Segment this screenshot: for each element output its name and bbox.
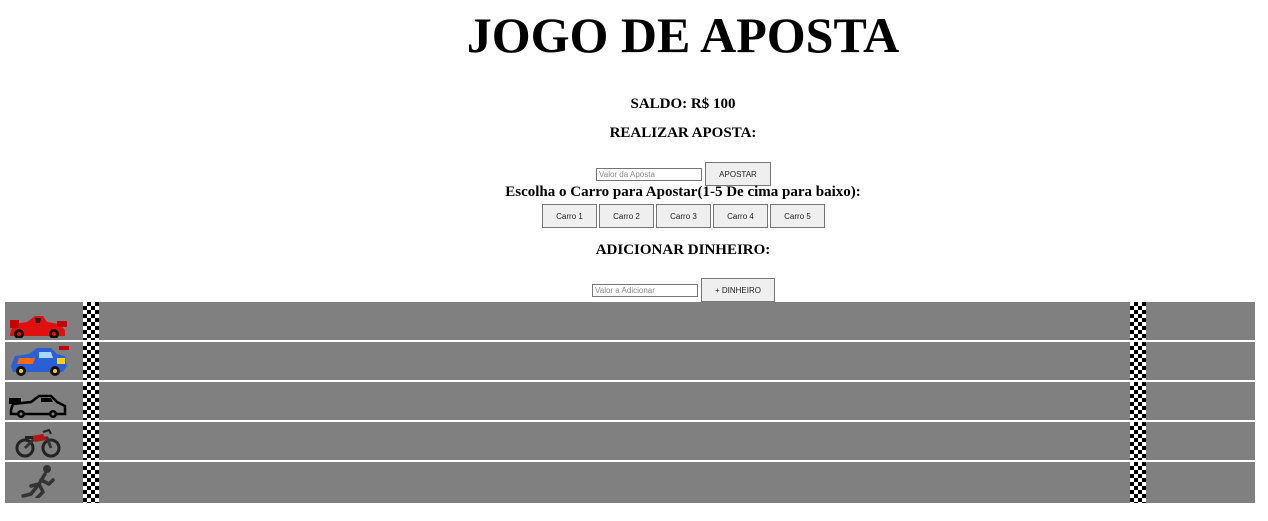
car-1-button[interactable]: Carro 1 — [542, 204, 597, 228]
motorcycle-icon — [7, 424, 69, 458]
betting-game-page: JOGO DE APOSTA SALDO: R$ 100 REALIZAR AP… — [0, 0, 1268, 521]
bet-heading: REALIZAR APOSTA: — [609, 125, 757, 141]
red-formula-car-icon — [7, 304, 69, 338]
race-lane-2 — [5, 342, 1255, 382]
car-4-button[interactable]: Carro 4 — [713, 204, 768, 228]
add-money-form: + DINHEIRO — [592, 278, 775, 302]
race-lane-1 — [5, 302, 1255, 342]
running-person-icon — [7, 464, 69, 498]
finish-line-flag — [1130, 382, 1146, 420]
page-title: JOGO DE APOSTA — [466, 7, 900, 63]
finish-line-flag — [1130, 302, 1146, 340]
start-line-flag — [83, 462, 99, 503]
car-3-button[interactable]: Carro 3 — [656, 204, 711, 228]
race-lane-3 — [5, 382, 1255, 422]
car-selection-buttons: Carro 1 Carro 2 Carro 3 Carro 4 Carro 5 — [542, 204, 825, 228]
race-lane-5 — [5, 462, 1255, 503]
finish-line-flag — [1130, 462, 1146, 503]
start-line-flag — [83, 302, 99, 340]
balance-display: SALDO: R$ 100 — [630, 96, 736, 112]
choose-car-heading: Escolha o Carro para Apostar(1-5 De cima… — [505, 184, 861, 200]
add-money-input[interactable] — [592, 283, 698, 297]
black-race-car-icon — [7, 384, 69, 418]
finish-line-flag — [1130, 422, 1146, 460]
start-line-flag — [83, 342, 99, 380]
add-money-button[interactable]: + DINHEIRO — [701, 278, 775, 302]
hot-wheels-car-icon — [7, 344, 69, 378]
race-lane-4 — [5, 422, 1255, 462]
car-2-button[interactable]: Carro 2 — [599, 204, 654, 228]
start-line-flag — [83, 422, 99, 460]
car-5-button[interactable]: Carro 5 — [770, 204, 825, 228]
bet-amount-input[interactable] — [596, 167, 702, 181]
add-money-heading: ADICIONAR DINHEIRO: — [595, 242, 771, 258]
race-track — [5, 302, 1255, 503]
finish-line-flag — [1130, 342, 1146, 380]
start-line-flag — [83, 382, 99, 420]
